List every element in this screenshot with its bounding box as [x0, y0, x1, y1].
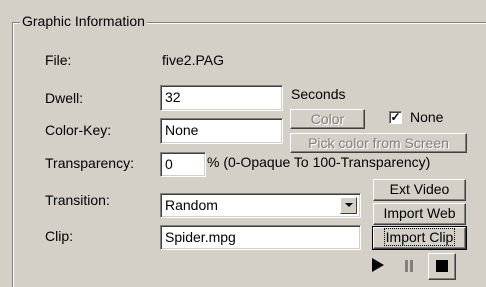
pause-icon[interactable] [402, 259, 416, 273]
import-clip-button[interactable]: Import Clip [372, 226, 467, 250]
clip-input[interactable]: Spider.mpg [160, 225, 361, 250]
clip-label: Clip: [45, 228, 74, 244]
color-button[interactable]: Color [290, 109, 365, 129]
none-checkbox-label: None [410, 109, 444, 125]
ext-video-button[interactable]: Ext Video [373, 179, 466, 201]
import-clip-label: Import Clip [383, 228, 456, 246]
pick-color-button[interactable]: Pick color from Screen [290, 133, 467, 153]
transparency-hint: % (0-Opaque To 100-Transparency) [207, 154, 431, 170]
color-key-input[interactable]: None [160, 118, 283, 144]
chevron-down-icon[interactable] [340, 197, 357, 214]
file-label: File: [45, 52, 72, 68]
file-value: five2.PAG [162, 52, 224, 68]
play-icon[interactable] [370, 257, 386, 273]
transition-selected-value: Random [165, 197, 218, 213]
stop-icon [436, 260, 448, 272]
stop-button[interactable] [428, 253, 456, 280]
dwell-unit-label: Seconds [291, 86, 346, 102]
dwell-label: Dwell: [45, 90, 84, 106]
none-checkbox[interactable]: ✓ [389, 111, 402, 124]
color-key-label: Color-Key: [45, 122, 112, 138]
transition-select[interactable]: Random [160, 193, 361, 218]
group-title: Graphic Information [20, 13, 147, 29]
transparency-input[interactable]: 0 [160, 152, 206, 177]
transparency-label: Transparency: [45, 155, 134, 171]
dwell-input[interactable]: 32 [160, 85, 283, 111]
import-web-button[interactable]: Import Web [373, 203, 466, 225]
transition-label: Transition: [45, 192, 110, 208]
